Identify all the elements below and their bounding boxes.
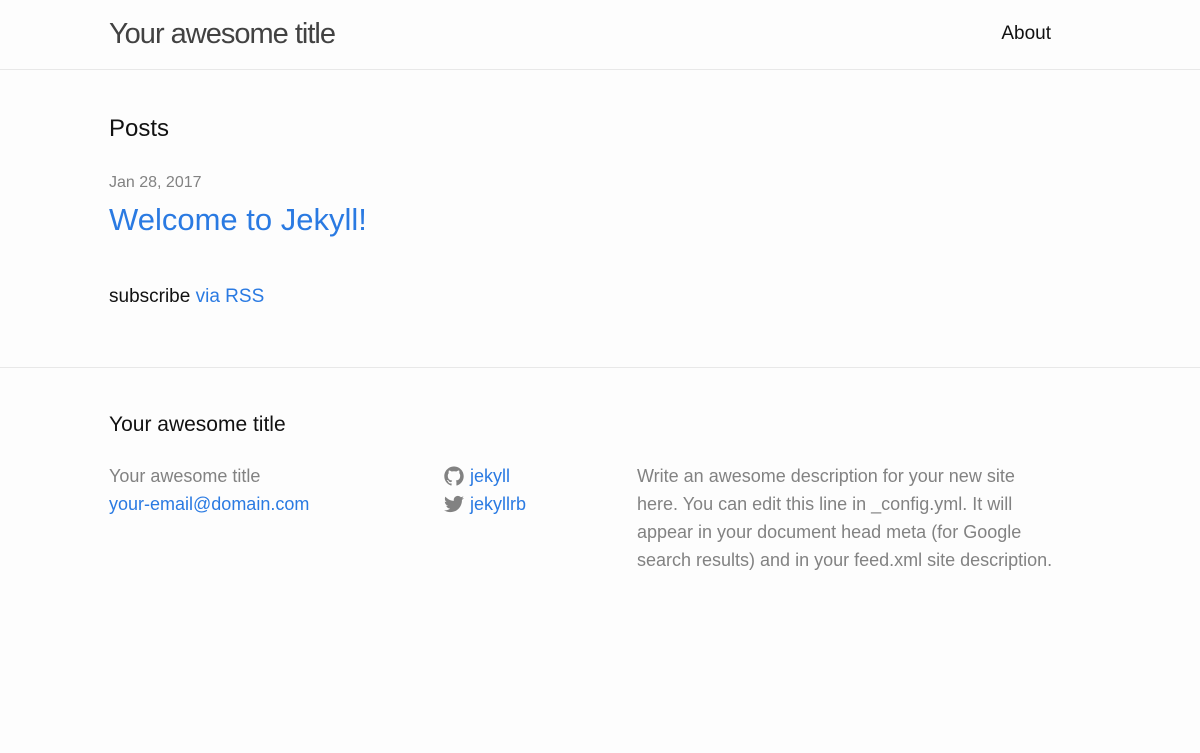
footer-contact: Your awesome title your-email@domain.com	[109, 462, 309, 518]
site-header: Your awesome title About	[0, 0, 1200, 70]
rss-subscribe: subscribe via RSS	[109, 285, 264, 309]
nav-link-about[interactable]: About	[1001, 23, 1051, 44]
page-heading: Posts	[109, 115, 170, 142]
header-wrapper: Your awesome title About	[109, 0, 1051, 70]
post-title-link[interactable]: Welcome to Jekyll!	[109, 200, 367, 240]
github-username: jekyll	[470, 466, 511, 486]
site-nav: About	[1001, 22, 1051, 47]
site-footer: Your awesome title Your awesome title yo…	[0, 368, 1200, 752]
site-description: Write an awesome description for your ne…	[637, 466, 1053, 570]
post-date: Jan 28, 2017	[109, 174, 202, 191]
github-link[interactable]: jekyll	[444, 462, 526, 490]
rss-prefix: subscribe	[109, 286, 191, 307]
twitter-username: jekyllrb	[470, 494, 527, 514]
page-content: Posts Jan 28, 2017 Welcome to Jekyll! su…	[0, 70, 1200, 368]
footer-email-link[interactable]: your-email@domain.com	[109, 490, 309, 518]
twitter-icon	[444, 494, 464, 514]
site-title-link[interactable]: Your awesome title	[109, 16, 336, 52]
rss-link[interactable]: via RSS	[196, 286, 265, 307]
github-icon	[444, 466, 464, 486]
footer-wrapper: Your awesome title Your awesome title yo…	[109, 368, 1052, 752]
footer-social: jekyll jekyllrb	[444, 462, 526, 518]
footer-name: Your awesome title	[109, 466, 261, 486]
twitter-link[interactable]: jekyllrb	[444, 490, 526, 518]
footer-heading: Your awesome title	[109, 413, 286, 436]
